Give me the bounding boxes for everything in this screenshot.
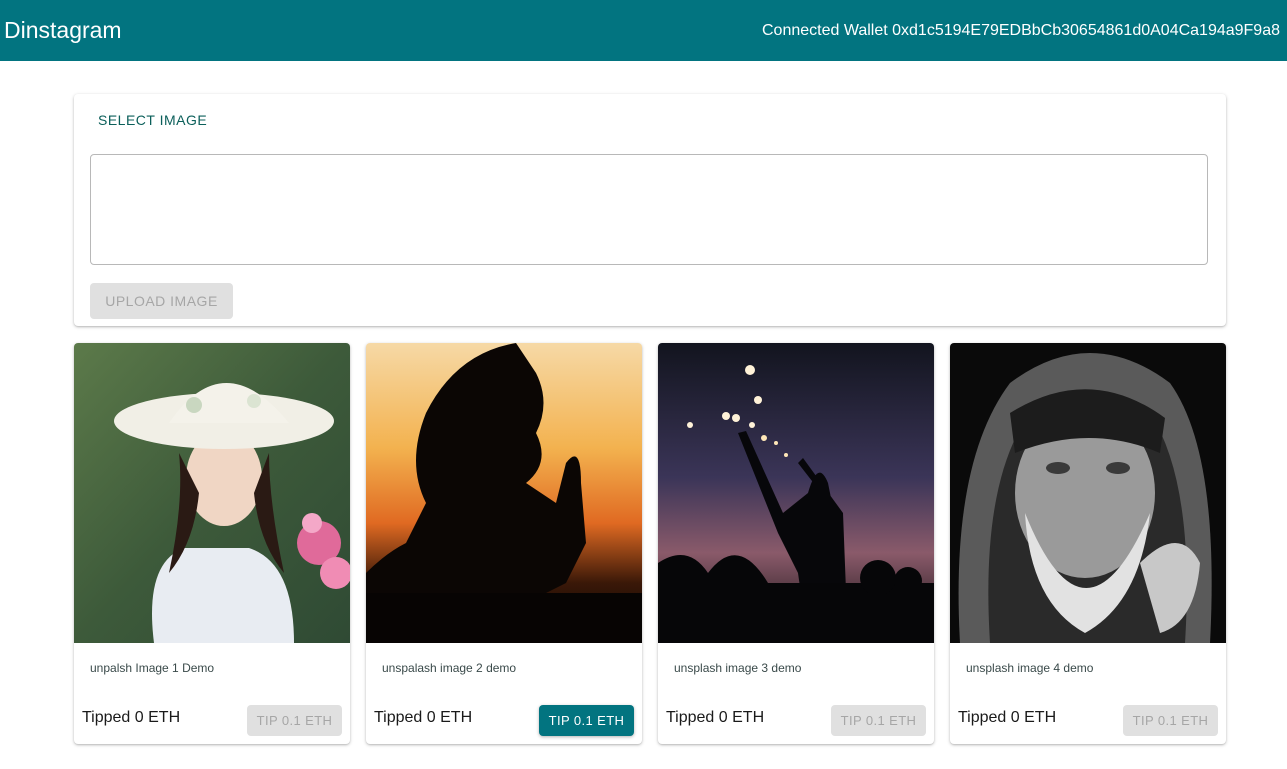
post-card: unspalash image 2 demo Tipped 0 ETH TIP … [366, 343, 642, 744]
connected-wallet-label: Connected Wallet 0xd1c5194E79EDBbCb30654… [761, 21, 1280, 39]
post-caption: unsplash image 4 demo [966, 661, 1094, 675]
upload-image-button[interactable]: UPLOAD IMAGE [90, 283, 233, 319]
post-caption: unpalsh Image 1 Demo [90, 661, 215, 675]
select-image-button[interactable]: SELECT IMAGE [90, 108, 215, 132]
upload-card: SELECT IMAGE UPLOAD IMAGE [74, 94, 1226, 326]
tip-button[interactable]: TIP 0.1 ETH [247, 705, 342, 736]
post-image [950, 343, 1226, 643]
image-description-input[interactable] [90, 154, 1208, 265]
tipped-amount: Tipped 0 ETH [82, 709, 181, 726]
tipped-amount: Tipped 0 ETH [958, 709, 1057, 726]
tip-button[interactable]: TIP 0.1 ETH [1123, 705, 1218, 736]
app-title: Dinstagram [4, 17, 122, 43]
post-image [658, 343, 934, 643]
post-image [74, 343, 350, 643]
post-caption: unspalash image 2 demo [382, 661, 517, 675]
post-card: unpalsh Image 1 Demo Tipped 0 ETH TIP 0.… [74, 343, 350, 744]
post-caption: unsplash image 3 demo [674, 661, 802, 675]
tipped-amount: Tipped 0 ETH [666, 709, 765, 726]
post-card: unsplash image 4 demo Tipped 0 ETH TIP 0… [950, 343, 1226, 744]
post-image [366, 343, 642, 643]
tip-button[interactable]: TIP 0.1 ETH [539, 705, 634, 736]
tip-button[interactable]: TIP 0.1 ETH [831, 705, 926, 736]
app-bar: Dinstagram Connected Wallet 0xd1c5194E79… [0, 0, 1287, 61]
post-card: unsplash image 3 demo Tipped 0 ETH TIP 0… [658, 343, 934, 744]
tipped-amount: Tipped 0 ETH [374, 709, 473, 726]
